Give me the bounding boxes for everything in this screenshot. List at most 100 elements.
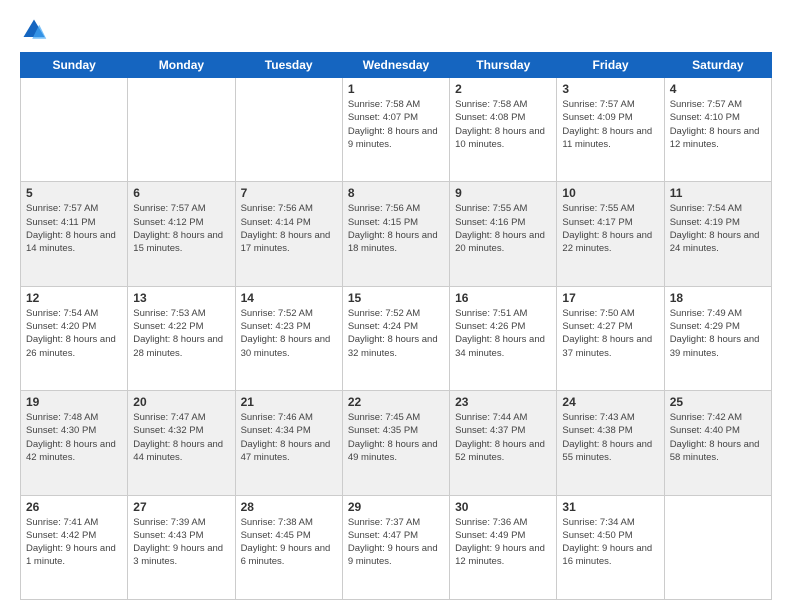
day-info: Sunrise: 7:38 AM Sunset: 4:45 PM Dayligh… <box>241 516 337 569</box>
day-info: Sunrise: 7:52 AM Sunset: 4:24 PM Dayligh… <box>348 307 444 360</box>
day-info: Sunrise: 7:46 AM Sunset: 4:34 PM Dayligh… <box>241 411 337 464</box>
calendar-cell: 29Sunrise: 7:37 AM Sunset: 4:47 PM Dayli… <box>342 495 449 599</box>
weekday-row: SundayMondayTuesdayWednesdayThursdayFrid… <box>21 53 772 78</box>
calendar-cell: 24 Sunrise: 7:43 AM Sunset: 4:38 PM Dayli… <box>557 391 664 495</box>
weekday-header: Saturday <box>664 53 771 78</box>
calendar-week-row: 1Sunrise: 7:58 AM Sunset: 4:07 PM Daylig… <box>21 78 772 182</box>
calendar-cell <box>21 78 128 182</box>
calendar-cell: 23 Sunrise: 7:44 AM Sunset: 4:37 PM Dayli… <box>450 391 557 495</box>
day-number: 9 <box>455 186 551 200</box>
day-number: 19 <box>26 395 122 409</box>
day-info: Sunrise: 7:44 AM Sunset: 4:37 PM Dayligh… <box>455 411 551 464</box>
weekday-header: Friday <box>557 53 664 78</box>
day-info: Sunrise: 7:57 AM Sunset: 4:09 PM Dayligh… <box>562 98 658 151</box>
day-number: 7 <box>241 186 337 200</box>
day-number: 14 <box>241 291 337 305</box>
day-number: 13 <box>133 291 229 305</box>
calendar-cell: 21 Sunrise: 7:46 AM Sunset: 4:34 PM Dayli… <box>235 391 342 495</box>
calendar-cell: 30 Sunrise: 7:36 AM Sunset: 4:49 PM Dayli… <box>450 495 557 599</box>
day-number: 15 <box>348 291 444 305</box>
day-number: 10 <box>562 186 658 200</box>
day-number: 30 <box>455 500 551 514</box>
weekday-header: Monday <box>128 53 235 78</box>
day-number: 6 <box>133 186 229 200</box>
day-info: Sunrise: 7:56 AM Sunset: 4:14 PM Dayligh… <box>241 202 337 255</box>
day-number: 25 <box>670 395 766 409</box>
calendar-week-row: 5Sunrise: 7:57 AM Sunset: 4:11 PM Daylig… <box>21 182 772 286</box>
day-number: 26 <box>26 500 122 514</box>
calendar-cell: 15 Sunrise: 7:52 AM Sunset: 4:24 PM Dayli… <box>342 286 449 390</box>
day-info: Sunrise: 7:48 AM Sunset: 4:30 PM Dayligh… <box>26 411 122 464</box>
calendar-cell: 3 Sunrise: 7:57 AM Sunset: 4:09 PM Daylig… <box>557 78 664 182</box>
calendar-cell: 19 Sunrise: 7:48 AM Sunset: 4:30 PM Dayli… <box>21 391 128 495</box>
day-info: Sunrise: 7:51 AM Sunset: 4:26 PM Dayligh… <box>455 307 551 360</box>
day-number: 11 <box>670 186 766 200</box>
calendar-cell: 5Sunrise: 7:57 AM Sunset: 4:11 PM Daylig… <box>21 182 128 286</box>
calendar-cell: 10 Sunrise: 7:55 AM Sunset: 4:17 PM Dayli… <box>557 182 664 286</box>
calendar-cell: 8 Sunrise: 7:56 AM Sunset: 4:15 PM Daylig… <box>342 182 449 286</box>
day-number: 28 <box>241 500 337 514</box>
day-info: Sunrise: 7:43 AM Sunset: 4:38 PM Dayligh… <box>562 411 658 464</box>
day-info: Sunrise: 7:57 AM Sunset: 4:12 PM Dayligh… <box>133 202 229 255</box>
weekday-header: Tuesday <box>235 53 342 78</box>
day-info: Sunrise: 7:41 AM Sunset: 4:42 PM Dayligh… <box>26 516 122 569</box>
day-number: 21 <box>241 395 337 409</box>
calendar-cell: 22Sunrise: 7:45 AM Sunset: 4:35 PM Dayli… <box>342 391 449 495</box>
weekday-header: Thursday <box>450 53 557 78</box>
calendar-cell: 26 Sunrise: 7:41 AM Sunset: 4:42 PM Dayli… <box>21 495 128 599</box>
day-info: Sunrise: 7:54 AM Sunset: 4:19 PM Dayligh… <box>670 202 766 255</box>
day-number: 3 <box>562 82 658 96</box>
day-info: Sunrise: 7:58 AM Sunset: 4:08 PM Dayligh… <box>455 98 551 151</box>
calendar-cell: 28 Sunrise: 7:38 AM Sunset: 4:45 PM Dayli… <box>235 495 342 599</box>
day-number: 16 <box>455 291 551 305</box>
calendar-cell <box>128 78 235 182</box>
calendar-week-row: 26 Sunrise: 7:41 AM Sunset: 4:42 PM Dayli… <box>21 495 772 599</box>
calendar-cell: 27Sunrise: 7:39 AM Sunset: 4:43 PM Dayli… <box>128 495 235 599</box>
day-info: Sunrise: 7:55 AM Sunset: 4:17 PM Dayligh… <box>562 202 658 255</box>
calendar: SundayMondayTuesdayWednesdayThursdayFrid… <box>20 52 772 600</box>
day-number: 8 <box>348 186 444 200</box>
calendar-cell <box>235 78 342 182</box>
calendar-cell: 1Sunrise: 7:58 AM Sunset: 4:07 PM Daylig… <box>342 78 449 182</box>
calendar-week-row: 19 Sunrise: 7:48 AM Sunset: 4:30 PM Dayli… <box>21 391 772 495</box>
day-info: Sunrise: 7:36 AM Sunset: 4:49 PM Dayligh… <box>455 516 551 569</box>
header <box>20 16 772 44</box>
weekday-header: Sunday <box>21 53 128 78</box>
day-info: Sunrise: 7:37 AM Sunset: 4:47 PM Dayligh… <box>348 516 444 569</box>
calendar-cell: 16 Sunrise: 7:51 AM Sunset: 4:26 PM Dayli… <box>450 286 557 390</box>
calendar-cell: 9 Sunrise: 7:55 AM Sunset: 4:16 PM Daylig… <box>450 182 557 286</box>
day-number: 5 <box>26 186 122 200</box>
day-number: 1 <box>348 82 444 96</box>
page: SundayMondayTuesdayWednesdayThursdayFrid… <box>0 0 792 612</box>
day-number: 23 <box>455 395 551 409</box>
calendar-cell: 20Sunrise: 7:47 AM Sunset: 4:32 PM Dayli… <box>128 391 235 495</box>
calendar-cell: 11 Sunrise: 7:54 AM Sunset: 4:19 PM Dayli… <box>664 182 771 286</box>
calendar-cell: 18 Sunrise: 7:49 AM Sunset: 4:29 PM Dayli… <box>664 286 771 390</box>
day-number: 20 <box>133 395 229 409</box>
calendar-body: 1Sunrise: 7:58 AM Sunset: 4:07 PM Daylig… <box>21 78 772 600</box>
day-info: Sunrise: 7:57 AM Sunset: 4:10 PM Dayligh… <box>670 98 766 151</box>
calendar-cell: 31 Sunrise: 7:34 AM Sunset: 4:50 PM Dayli… <box>557 495 664 599</box>
calendar-cell: 14Sunrise: 7:52 AM Sunset: 4:23 PM Dayli… <box>235 286 342 390</box>
day-info: Sunrise: 7:55 AM Sunset: 4:16 PM Dayligh… <box>455 202 551 255</box>
day-info: Sunrise: 7:50 AM Sunset: 4:27 PM Dayligh… <box>562 307 658 360</box>
logo <box>20 16 52 44</box>
day-number: 2 <box>455 82 551 96</box>
calendar-cell: 7 Sunrise: 7:56 AM Sunset: 4:14 PM Daylig… <box>235 182 342 286</box>
day-info: Sunrise: 7:54 AM Sunset: 4:20 PM Dayligh… <box>26 307 122 360</box>
day-info: Sunrise: 7:42 AM Sunset: 4:40 PM Dayligh… <box>670 411 766 464</box>
calendar-cell: 4Sunrise: 7:57 AM Sunset: 4:10 PM Daylig… <box>664 78 771 182</box>
day-number: 12 <box>26 291 122 305</box>
day-number: 24 <box>562 395 658 409</box>
day-number: 18 <box>670 291 766 305</box>
calendar-cell: 12 Sunrise: 7:54 AM Sunset: 4:20 PM Dayli… <box>21 286 128 390</box>
calendar-cell: 25 Sunrise: 7:42 AM Sunset: 4:40 PM Dayli… <box>664 391 771 495</box>
calendar-week-row: 12 Sunrise: 7:54 AM Sunset: 4:20 PM Dayli… <box>21 286 772 390</box>
day-info: Sunrise: 7:56 AM Sunset: 4:15 PM Dayligh… <box>348 202 444 255</box>
day-info: Sunrise: 7:34 AM Sunset: 4:50 PM Dayligh… <box>562 516 658 569</box>
day-number: 17 <box>562 291 658 305</box>
day-info: Sunrise: 7:49 AM Sunset: 4:29 PM Dayligh… <box>670 307 766 360</box>
calendar-cell: 13Sunrise: 7:53 AM Sunset: 4:22 PM Dayli… <box>128 286 235 390</box>
calendar-header: SundayMondayTuesdayWednesdayThursdayFrid… <box>21 53 772 78</box>
day-number: 31 <box>562 500 658 514</box>
